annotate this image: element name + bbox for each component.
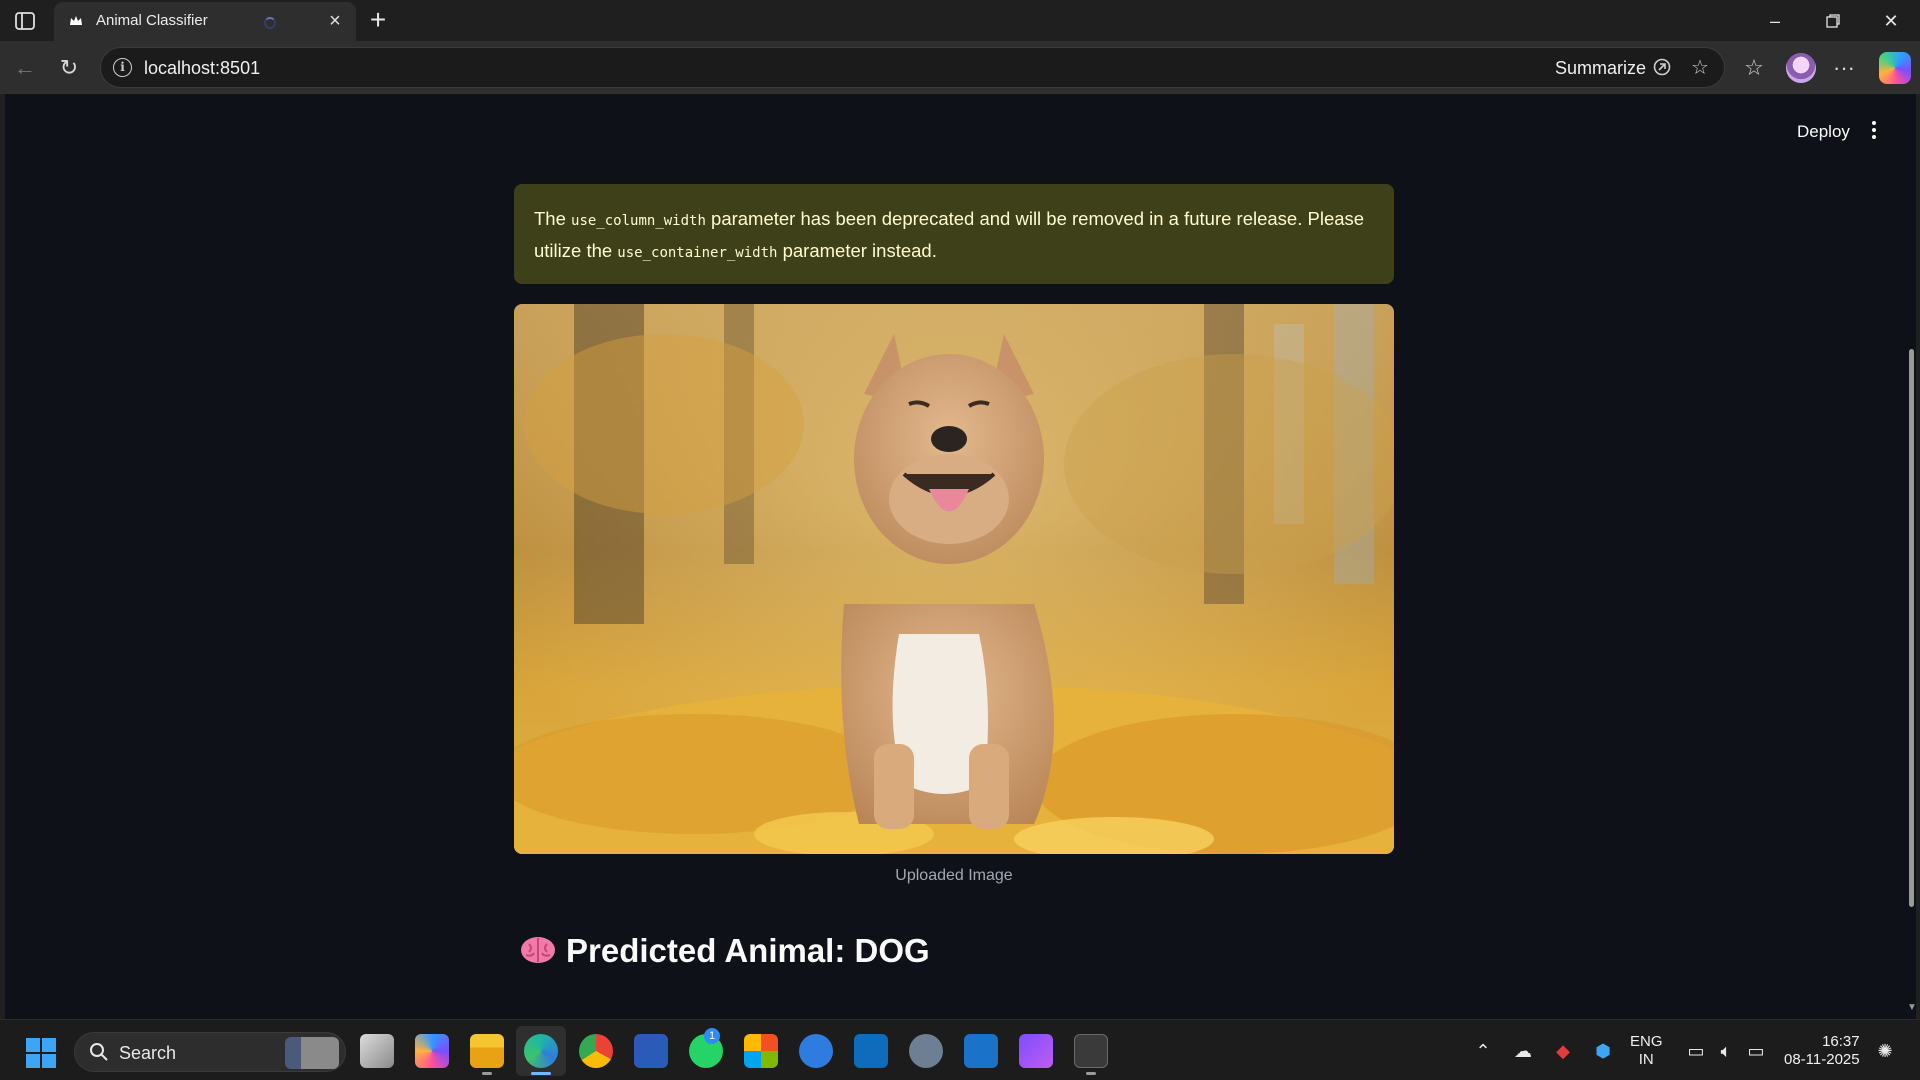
scrollbar-thumb[interactable] (1909, 349, 1914, 907)
new-tab-icon[interactable]: + (364, 6, 392, 35)
running-indicator (1086, 1072, 1096, 1075)
restore-icon[interactable] (1818, 8, 1848, 34)
antivirus-shield-icon[interactable]: ◆ (1552, 1040, 1574, 1062)
onedrive-cloud-icon[interactable]: ☁ (1512, 1040, 1534, 1062)
search-highlight-image (285, 1037, 339, 1069)
clock-date: 08-11-2025 (1784, 1051, 1860, 1068)
whatsapp-notification-badge: 1 (704, 1028, 720, 1044)
search-icon (89, 1042, 109, 1062)
warning-text-1: The (534, 208, 572, 229)
notification-bell-icon[interactable]: ✺ (1874, 1040, 1896, 1062)
minimize-icon[interactable]: – (1760, 8, 1790, 34)
tab-title: Animal Classifier (96, 12, 208, 29)
terminal-icon[interactable] (1074, 1034, 1108, 1068)
search-label: Search (119, 1043, 177, 1063)
browser-tab-active[interactable]: Animal Classifier × (54, 2, 356, 41)
prediction-text: Predicted Animal: DOG (566, 932, 930, 969)
settings-gear-icon[interactable] (909, 1034, 943, 1068)
tab-actions-icon[interactable] (12, 9, 38, 33)
app-store-icon[interactable] (799, 1034, 833, 1068)
refresh-icon[interactable]: ↻ (54, 53, 84, 83)
back-arrow-icon[interactable]: ← (10, 53, 40, 83)
warning-text-3: parameter instead. (777, 240, 937, 261)
copilot-app-icon[interactable] (415, 1034, 449, 1068)
browser-toolbar: ← ↻ i localhost:8501 Summarize ☆ ☆ ··· (0, 41, 1920, 94)
outlook-icon[interactable] (854, 1034, 888, 1068)
profile-avatar[interactable] (1786, 53, 1816, 83)
scroll-down-arrow-icon[interactable]: ▼ (1907, 1002, 1916, 1013)
url-text[interactable]: localhost:8501 (144, 58, 260, 79)
windows-taskbar: Search 1 ⌃ ☁ ◆ ⬢ ENG IN ▭ 🔈︎ ▭ 16:37 08-… (0, 1019, 1920, 1080)
show-hidden-icons-chevron-icon[interactable]: ⌃ (1472, 1040, 1494, 1062)
loading-spinner-icon (264, 17, 276, 29)
warning-code-1: use_column_width (571, 213, 706, 229)
copilot-icon[interactable] (1879, 52, 1911, 84)
edge-browser-icon[interactable] (524, 1034, 558, 1068)
favorite-star-icon[interactable]: ☆ (1689, 57, 1711, 79)
region-code: IN (1638, 1051, 1654, 1068)
more-options-icon[interactable]: ··· (1830, 54, 1858, 82)
clock-time: 16:37 (1822, 1033, 1860, 1050)
prime-video-icon[interactable] (964, 1034, 998, 1068)
deprecation-warning: The use_column_width parameter has been … (514, 184, 1394, 284)
site-info-icon[interactable]: i (113, 58, 132, 77)
volume-icon[interactable]: 🔈︎ (1715, 1040, 1737, 1062)
running-indicator (482, 1072, 492, 1075)
defender-shield-icon[interactable]: ⬢ (1592, 1040, 1614, 1062)
visual-studio-icon[interactable] (1019, 1034, 1053, 1068)
word-icon[interactable] (634, 1034, 668, 1068)
streamlit-crown-icon (68, 13, 84, 29)
microsoft-store-icon[interactable] (744, 1034, 778, 1068)
summarize-button[interactable]: Summarize (1555, 58, 1646, 79)
clock[interactable]: 16:37 08-11-2025 (1784, 1033, 1860, 1069)
ai-summarize-icon[interactable] (1651, 57, 1673, 79)
prediction-heading: Predicted Animal: DOG (520, 932, 930, 970)
close-tab-icon[interactable]: × (326, 11, 344, 31)
main-menu-icon[interactable] (1868, 118, 1880, 142)
network-icon[interactable]: ▭ (1685, 1040, 1707, 1062)
windows-start-icon[interactable] (26, 1038, 56, 1068)
favorites-list-icon[interactable]: ☆ (1740, 54, 1768, 82)
page-viewport: Deploy The use_column_width parameter ha… (5, 94, 1916, 1019)
warning-code-2: use_container_width (617, 245, 778, 261)
brain-icon (520, 935, 556, 965)
image-caption: Uploaded Image (895, 867, 1013, 884)
taskbar-search[interactable]: Search (74, 1032, 346, 1072)
close-window-icon[interactable]: ✕ (1876, 8, 1906, 34)
uploaded-dog-image (514, 304, 1394, 854)
language-indicator[interactable]: ENG IN (1630, 1033, 1663, 1069)
deploy-button[interactable]: Deploy (1797, 122, 1850, 142)
task-view-icon[interactable] (360, 1034, 394, 1068)
address-bar[interactable]: i localhost:8501 Summarize ☆ (100, 47, 1725, 88)
active-indicator (531, 1072, 551, 1075)
battery-icon[interactable]: ▭ (1745, 1040, 1767, 1062)
browser-tab-bar: Animal Classifier × + – ✕ (0, 0, 1920, 41)
chrome-icon[interactable] (579, 1034, 613, 1068)
file-explorer-icon[interactable] (470, 1034, 504, 1068)
language-code: ENG (1630, 1033, 1663, 1050)
